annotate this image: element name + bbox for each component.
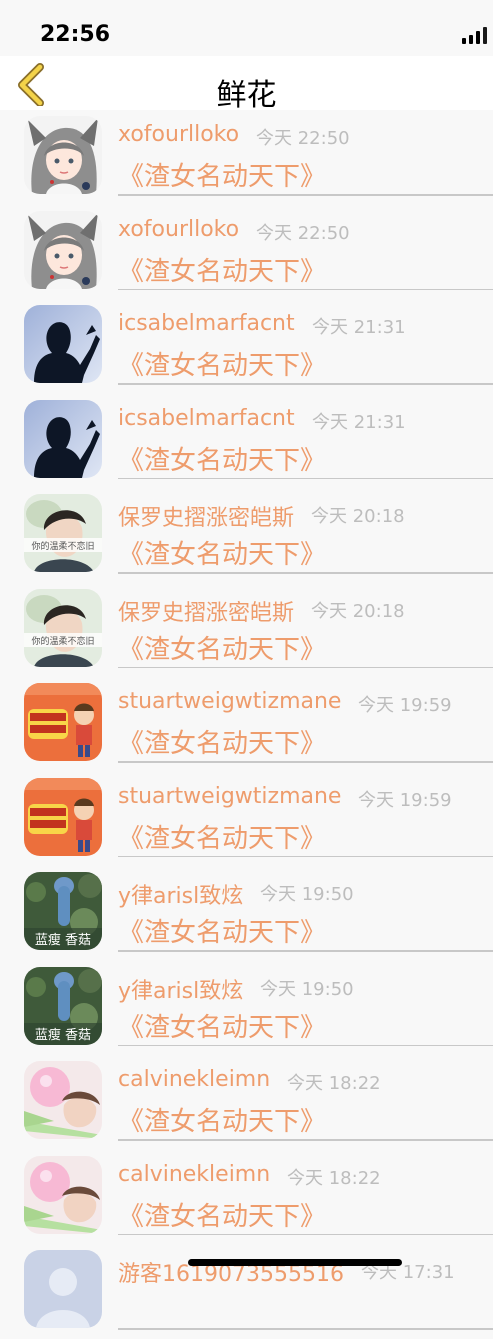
signal-icon <box>462 26 488 44</box>
divider <box>118 1233 493 1235</box>
svg-text:你的温柔不恋旧: 你的温柔不恋旧 <box>31 540 94 552</box>
timestamp: 今天 19:59 <box>358 789 452 811</box>
status-time: 22:56 <box>40 22 111 47</box>
divider <box>118 194 493 196</box>
avatar[interactable] <box>24 777 102 856</box>
divider <box>118 761 493 763</box>
gift-message: 《渣女名动天下》 <box>118 445 327 476</box>
avatar[interactable] <box>24 305 102 383</box>
list-item[interactable]: stuartweigwtizmane 今天 19:59 《渣女名动天下》 <box>0 677 493 772</box>
user-name[interactable]: icsabelmarfacnt <box>118 406 295 431</box>
divider <box>118 288 493 290</box>
user-name[interactable]: xofourlloko <box>118 122 239 147</box>
user-name[interactable]: 保罗史摺涨密皑斯 <box>118 595 294 627</box>
timestamp: 今天 22:50 <box>256 222 350 244</box>
gift-message: 《渣女名动天下》 <box>118 634 327 665</box>
svg-text:你的温柔不恋旧: 你的温柔不恋旧 <box>31 635 94 647</box>
divider <box>118 1139 493 1141</box>
user-name[interactable]: stuartweigwtizmane <box>118 784 341 809</box>
avatar[interactable] <box>24 683 102 761</box>
nav-bar: 鲜花 <box>0 56 493 113</box>
avatar[interactable] <box>24 1061 102 1139</box>
divider <box>118 950 493 952</box>
list-item[interactable]: calvinekleimn 今天 18:22 《渣女名动天下》 <box>0 1055 493 1150</box>
divider <box>118 855 493 857</box>
timestamp: 今天 18:22 <box>287 1167 381 1189</box>
list-item[interactable]: 蓝瘦 香菇 y律arisl致炫 今天 19:50 《渣女名动天下》 <box>0 961 493 1056</box>
list-item[interactable]: calvinekleimn 今天 18:22 《渣女名动天下》 <box>0 1150 493 1245</box>
status-bar: 22:56 <box>0 0 493 56</box>
list-item[interactable]: xofourlloko 今天 22:50 《渣女名动天下》 <box>0 205 493 300</box>
user-name[interactable]: calvinekleimn <box>118 1067 270 1092</box>
divider <box>118 1328 493 1330</box>
user-name[interactable]: y律arisl致炫 <box>118 973 243 1005</box>
user-name[interactable]: 保罗史摺涨密皑斯 <box>118 500 294 532</box>
flower-record-list: xofourlloko 今天 22:50 《渣女名动天下》 xofourlloko 今天… <box>0 110 493 1339</box>
list-item[interactable]: icsabelmarfacnt 今天 21:31 《渣女名动天下》 <box>0 394 493 489</box>
timestamp: 今天 22:50 <box>256 128 350 149</box>
gift-message: 《渣女名动天下》 <box>118 256 327 287</box>
avatar[interactable] <box>24 399 102 478</box>
avatar[interactable] <box>24 116 102 194</box>
list-item[interactable]: icsabelmarfacnt 今天 21:31 《渣女名动天下》 <box>0 299 493 394</box>
user-name[interactable]: stuartweigwtizmane <box>118 689 341 714</box>
timestamp: 今天 19:50 <box>260 978 354 1000</box>
divider <box>118 477 493 479</box>
timestamp: 今天 19:59 <box>358 695 452 716</box>
page-title: 鲜花 <box>216 78 277 113</box>
avatar[interactable]: 你的温柔不恋旧 <box>24 494 102 572</box>
avatar[interactable]: 蓝瘦 香菇 <box>24 872 102 950</box>
list-item[interactable]: 蓝瘦 香菇 y律arisl致炫 今天 19:50 《渣女名动天下》 <box>0 866 493 961</box>
list-item[interactable]: 你的温柔不恋旧 保罗史摺涨密皑斯 今天 20:18 《渣女名动天下》 <box>0 583 493 678</box>
gift-message: 《渣女名动天下》 <box>118 1012 327 1043</box>
timestamp: 今天 20:18 <box>311 506 405 527</box>
timestamp: 今天 18:22 <box>287 1073 381 1094</box>
gift-message: 《渣女名动天下》 <box>118 729 327 759</box>
timestamp: 今天 19:50 <box>260 884 354 905</box>
avatar[interactable] <box>24 1155 102 1234</box>
gift-message: 《渣女名动天下》 <box>118 1107 327 1137</box>
avatar[interactable] <box>24 1250 102 1328</box>
list-item[interactable]: xofourlloko 今天 22:50 《渣女名动天下》 <box>0 110 493 205</box>
svg-text:蓝瘦 香菇: 蓝瘦 香菇 <box>35 932 91 948</box>
svg-text:蓝瘦 香菇: 蓝瘦 香菇 <box>35 1027 91 1043</box>
divider <box>118 1044 493 1046</box>
avatar[interactable]: 你的温柔不恋旧 <box>24 588 102 667</box>
user-name[interactable]: y律arisl致炫 <box>118 878 243 910</box>
divider <box>118 572 493 574</box>
gift-message: 《渣女名动天下》 <box>118 823 327 854</box>
gift-message: 《渣女名动天下》 <box>118 162 327 192</box>
divider <box>118 383 493 385</box>
gift-message: 《渣女名动天下》 <box>118 351 327 381</box>
gift-message: 《渣女名动天下》 <box>118 540 327 570</box>
gift-message: 《渣女名动天下》 <box>118 1201 327 1232</box>
user-name[interactable]: xofourlloko <box>118 217 239 242</box>
home-indicator[interactable] <box>188 1259 402 1266</box>
timestamp: 今天 21:31 <box>312 317 406 338</box>
timestamp: 今天 21:31 <box>312 411 406 433</box>
divider <box>118 666 493 668</box>
gift-message: 《渣女名动天下》 <box>118 918 327 948</box>
avatar[interactable]: 蓝瘦 香菇 <box>24 966 102 1045</box>
list-item[interactable]: stuartweigwtizmane 今天 19:59 《渣女名动天下》 <box>0 772 493 867</box>
avatar[interactable] <box>24 210 102 289</box>
list-item[interactable]: 你的温柔不恋旧 保罗史摺涨密皑斯 今天 20:18 《渣女名动天下》 <box>0 488 493 583</box>
user-name[interactable]: calvinekleimn <box>118 1162 270 1187</box>
user-name[interactable]: icsabelmarfacnt <box>118 311 295 336</box>
timestamp: 今天 20:18 <box>311 600 405 622</box>
